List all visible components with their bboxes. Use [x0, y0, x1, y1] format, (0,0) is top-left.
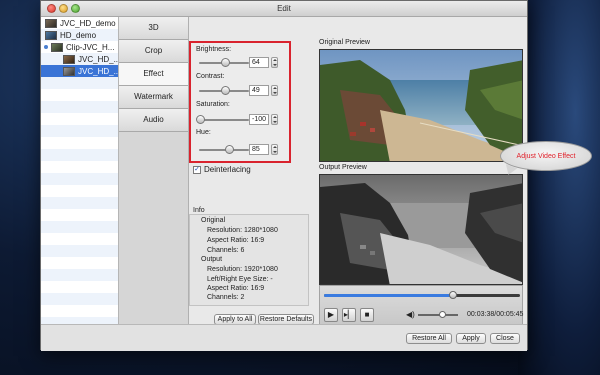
- info-output-channels: Channels: 2: [207, 294, 245, 301]
- saturation-slider[interactable]: [196, 115, 249, 124]
- file-item-label: Clip-JVC_H...: [66, 42, 115, 52]
- title-bar: Edit: [41, 1, 527, 17]
- info-title: Info: [193, 207, 205, 214]
- volume-slider[interactable]: [418, 311, 458, 318]
- file-item[interactable]: HD_demo: [41, 29, 118, 41]
- info-output-heading: Output: [201, 256, 223, 263]
- file-item[interactable]: Clip-JVC_H...: [41, 41, 118, 53]
- brightness-slider[interactable]: [199, 58, 249, 67]
- maximize-window-icon[interactable]: [71, 4, 80, 13]
- brightness-stepper[interactable]: [271, 57, 278, 68]
- window-title: Edit: [277, 4, 291, 13]
- video-thumbnail-icon: [63, 66, 75, 76]
- info-original-resolution: Resolution: 1280*1080: [207, 227, 278, 234]
- info-original-heading: Original: [201, 217, 226, 224]
- contrast-field[interactable]: 49: [249, 85, 269, 96]
- expand-indicator-icon[interactable]: [44, 45, 48, 49]
- video-thumbnail-icon: [45, 18, 57, 28]
- tab-audio[interactable]: Audio: [119, 109, 188, 132]
- saturation-label: Saturation:: [196, 101, 230, 108]
- file-item-label: HD_demo: [60, 30, 97, 40]
- info-output-aspect: Aspect Ratio: 16:9: [207, 285, 265, 292]
- seek-bar[interactable]: [324, 291, 520, 299]
- brightness-slider-knob[interactable]: [221, 58, 230, 67]
- apply-button[interactable]: Apply: [456, 333, 486, 344]
- info-output-resolution: Resolution: 1920*1080: [207, 266, 278, 273]
- hue-field[interactable]: 85: [249, 144, 269, 155]
- stop-button[interactable]: ■: [360, 308, 374, 322]
- seek-knob[interactable]: [449, 291, 458, 299]
- player-controls: ▶ ▸▏ ■ ◀) 00:03:38/00:05:45: [319, 285, 523, 325]
- hue-slider-knob[interactable]: [225, 145, 234, 154]
- desktop-background: [518, 0, 600, 375]
- contrast-slider[interactable]: [199, 86, 249, 95]
- edit-window: Edit JVC_HD_demo HD_demo Clip-JVC_H... J…: [40, 0, 528, 351]
- file-item-selected[interactable]: JVC_HD_...: [41, 65, 118, 77]
- info-original-channels: Channels: 6: [207, 247, 245, 254]
- video-thumbnail-icon: [51, 42, 63, 52]
- original-beach-image: [320, 50, 522, 161]
- close-button[interactable]: Close: [490, 333, 520, 344]
- restore-all-button[interactable]: Restore All: [406, 333, 452, 344]
- close-window-icon[interactable]: [47, 4, 56, 13]
- minimize-window-icon[interactable]: [59, 4, 68, 13]
- brightness-field[interactable]: 64: [249, 57, 269, 68]
- video-thumbnail-icon: [45, 30, 57, 40]
- edit-tabs: 3D Crop Effect Watermark Audio: [119, 17, 189, 324]
- step-forward-button[interactable]: ▸▏: [342, 308, 356, 322]
- saturation-slider-knob[interactable]: [196, 115, 205, 124]
- saturation-stepper[interactable]: [271, 114, 278, 125]
- tab-watermark[interactable]: Watermark: [119, 86, 188, 109]
- tab-3d[interactable]: 3D: [119, 17, 188, 40]
- saturation-field[interactable]: -100: [249, 114, 269, 125]
- hue-label: Hue:: [196, 129, 211, 136]
- info-original-aspect: Aspect Ratio: 16:9: [207, 237, 265, 244]
- original-preview-video: [319, 49, 523, 162]
- file-item[interactable]: JVC_HD_...: [41, 53, 118, 65]
- output-preview-video: [319, 174, 523, 285]
- deinterlacing-label: Deinterlacing: [204, 165, 251, 174]
- hue-slider[interactable]: [199, 145, 249, 154]
- seek-progress: [324, 294, 454, 297]
- play-button[interactable]: ▶: [324, 308, 338, 322]
- timecode: 00:03:38/00:05:45: [467, 311, 524, 318]
- output-preview-label: Output Preview: [319, 164, 367, 171]
- effect-adjustment-panel: Brightness: 64 Contrast: 49 Saturation: …: [189, 41, 291, 163]
- original-preview-label: Original Preview: [319, 39, 370, 46]
- file-item[interactable]: JVC_HD_demo: [41, 17, 118, 29]
- tab-effect[interactable]: Effect: [119, 63, 188, 86]
- contrast-label: Contrast:: [196, 73, 225, 80]
- adjust-video-effect-callout: Adjust Video Effect: [500, 141, 592, 171]
- hue-stepper[interactable]: [271, 144, 278, 155]
- volume-knob[interactable]: [439, 311, 446, 318]
- file-list: JVC_HD_demo HD_demo Clip-JVC_H... JVC_HD…: [41, 17, 119, 324]
- file-item-label: JVC_HD_...: [78, 66, 118, 76]
- bottom-button-bar: [41, 324, 527, 351]
- deinterlacing-option[interactable]: ✓ Deinterlacing: [193, 165, 251, 174]
- contrast-stepper[interactable]: [271, 85, 278, 96]
- info-output-eye-size: Left/Right Eye Size: -: [207, 276, 273, 283]
- video-thumbnail-icon: [63, 54, 75, 64]
- output-beach-image: [320, 175, 522, 284]
- brightness-label: Brightness:: [196, 46, 232, 53]
- volume-icon: ◀): [406, 310, 415, 319]
- contrast-slider-knob[interactable]: [221, 86, 230, 95]
- file-item-label: JVC_HD_demo: [60, 18, 116, 28]
- file-item-label: JVC_HD_...: [78, 54, 118, 64]
- deinterlacing-checkbox[interactable]: ✓: [193, 165, 201, 174]
- tab-crop[interactable]: Crop: [119, 40, 188, 63]
